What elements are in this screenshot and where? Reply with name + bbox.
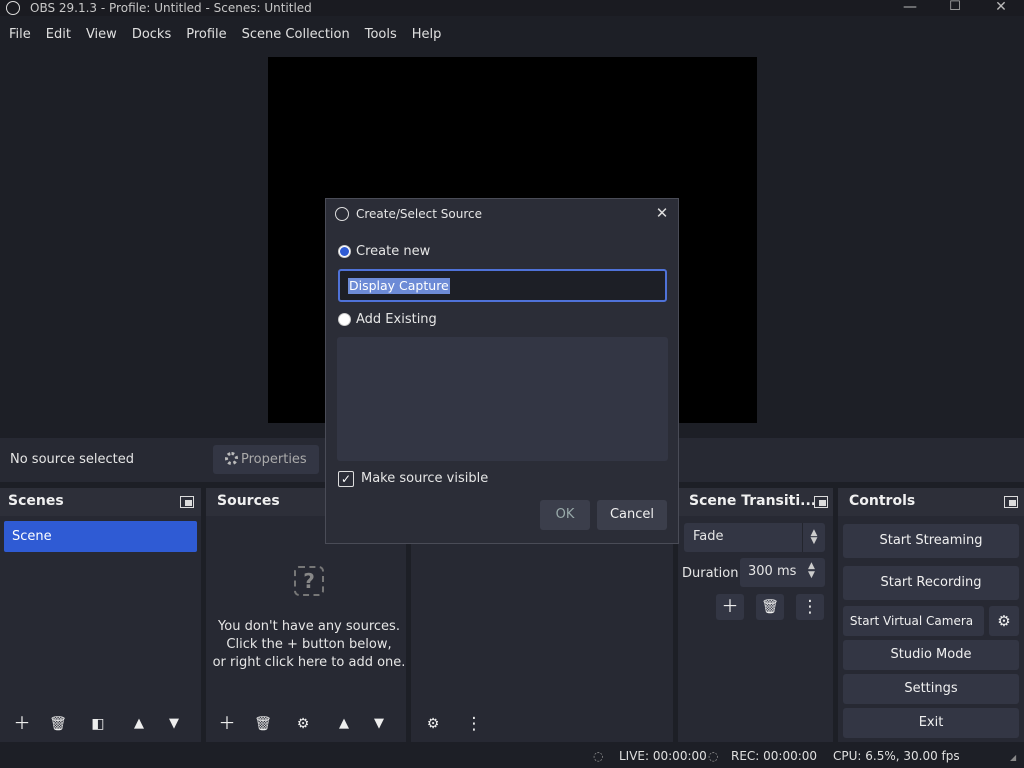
dialog-title: Create/Select Source <box>356 207 482 221</box>
controls-title: Controls <box>849 493 916 509</box>
remove-scene-button[interactable]: 🗑 <box>44 711 72 737</box>
sources-title: Sources <box>217 493 280 509</box>
add-existing-label[interactable]: Add Existing <box>356 312 437 327</box>
transition-properties-button[interactable]: ⋮ <box>796 594 824 620</box>
menu-tools[interactable]: Tools <box>359 24 403 46</box>
dialog-title-bar: Create/Select Source ✕ <box>326 199 678 229</box>
stream-signal-icon: ◌ <box>593 749 604 763</box>
maximize-button[interactable]: ☐ <box>933 0 977 16</box>
cpu-fps-readout: CPU: 6.5%, 30.00 fps <box>833 749 960 763</box>
move-scene-down-button[interactable]: ▼ <box>160 711 188 737</box>
make-visible-checkbox[interactable]: ✓ <box>338 471 354 487</box>
menu-help[interactable]: Help <box>406 24 448 46</box>
move-source-down-button[interactable]: ▼ <box>365 711 393 737</box>
resize-grip-icon[interactable]: ◢ <box>1010 753 1016 762</box>
sources-empty-message: You don't have any sources. Click the + … <box>212 619 406 670</box>
gear-icon <box>225 452 238 465</box>
live-timer: LIVE: 00:00:00 <box>619 749 707 763</box>
studio-mode-button[interactable]: Studio Mode <box>843 640 1019 670</box>
menu-scene-collection[interactable]: Scene Collection <box>236 24 356 46</box>
status-bar: ◌ LIVE: 00:00:00 ◌ REC: 00:00:00 CPU: 6.… <box>0 744 1024 768</box>
remove-transition-button[interactable]: 🗑 <box>756 594 784 620</box>
menu-profile[interactable]: Profile <box>180 24 232 46</box>
remove-source-button[interactable]: 🗑 <box>249 711 277 737</box>
title-bar: OBS 29.1.3 - Profile: Untitled - Scenes:… <box>0 0 1024 16</box>
menu-docks[interactable]: Docks <box>126 24 177 46</box>
source-properties-button[interactable]: ⚙ <box>289 711 317 737</box>
properties-button[interactable]: Properties <box>213 445 319 474</box>
obs-logo-icon <box>335 207 349 221</box>
spin-arrows-icon: ▲ ▼ <box>808 561 815 580</box>
record-icon: ◌ <box>708 749 719 763</box>
undock-icon[interactable] <box>814 496 828 508</box>
create-new-radio[interactable] <box>338 245 351 258</box>
no-source-label: No source selected <box>10 452 134 467</box>
transitions-title: Scene Transiti... <box>689 493 817 509</box>
duration-label: Duration <box>682 566 739 581</box>
close-button[interactable]: ✕ <box>979 0 1023 16</box>
undock-icon[interactable] <box>1004 496 1018 508</box>
scene-list-item[interactable]: Scene <box>4 521 197 552</box>
audio-mixer-menu-button[interactable]: ⋮ <box>460 711 488 737</box>
create-new-label[interactable]: Create new <box>356 244 430 259</box>
add-source-button[interactable]: ＋ <box>213 711 241 737</box>
scenes-dock: Scenes Scene ＋ 🗑 ◧ ▲ ▼ <box>0 488 201 742</box>
undock-icon[interactable] <box>180 496 194 508</box>
start-virtual-camera-button[interactable]: Start Virtual Camera <box>843 606 984 636</box>
chevron-updown-icon: ▲ ▼ <box>802 523 825 552</box>
sources-toolbar: ＋ 🗑 ⚙ ▲ ▼ <box>206 706 406 742</box>
add-existing-radio[interactable] <box>338 313 351 326</box>
duration-spinbox[interactable]: 300 ms ▲ ▼ <box>740 558 825 587</box>
scenes-title: Scenes <box>8 493 64 509</box>
window-title: OBS 29.1.3 - Profile: Untitled - Scenes:… <box>30 1 312 15</box>
transition-select[interactable]: Fade ▲ ▼ <box>684 523 825 552</box>
virtual-camera-settings-gear-icon[interactable]: ⚙ <box>989 606 1019 636</box>
make-visible-label[interactable]: Make source visible <box>361 471 488 486</box>
exit-button[interactable]: Exit <box>843 708 1019 738</box>
obs-logo-icon <box>6 1 20 15</box>
move-source-up-button[interactable]: ▲ <box>330 711 358 737</box>
menu-file[interactable]: File <box>3 24 37 46</box>
create-select-source-dialog: Create/Select Source ✕ Create new Displa… <box>325 198 679 544</box>
controls-dock: Controls Start Streaming Start Recording… <box>838 488 1024 742</box>
scene-transitions-dock: Scene Transiti... Fade ▲ ▼ Duration 300 m… <box>678 488 833 742</box>
ok-button[interactable]: OK <box>540 500 590 530</box>
rec-timer: REC: 00:00:00 <box>731 749 818 763</box>
scenes-toolbar: ＋ 🗑 ◧ ▲ ▼ <box>0 706 201 742</box>
transitions-dock-header: Scene Transiti... <box>678 488 833 516</box>
add-transition-button[interactable]: ＋ <box>716 594 744 620</box>
scene-filters-button[interactable]: ◧ <box>84 711 112 737</box>
scenes-dock-header: Scenes <box>0 488 201 516</box>
controls-dock-header: Controls <box>838 488 1024 516</box>
advanced-audio-properties-button[interactable]: ⚙ <box>419 711 447 737</box>
start-recording-button[interactable]: Start Recording <box>843 566 1019 600</box>
settings-button[interactable]: Settings <box>843 674 1019 704</box>
question-mark-icon: ? <box>294 566 324 596</box>
menu-view[interactable]: View <box>80 24 123 46</box>
move-scene-up-button[interactable]: ▲ <box>125 711 153 737</box>
source-name-input[interactable]: Display Capture <box>338 269 667 302</box>
dialog-close-icon[interactable]: ✕ <box>654 204 670 222</box>
minimize-button[interactable]: — <box>888 0 932 16</box>
start-streaming-button[interactable]: Start Streaming <box>843 524 1019 558</box>
source-name-value: Display Capture <box>348 278 450 294</box>
add-scene-button[interactable]: ＋ <box>8 711 36 737</box>
audio-mixer-toolbar: ⚙ ⋮ <box>411 706 673 742</box>
menu-bar: File Edit View Docks Profile Scene Collection… <box>0 24 450 46</box>
cancel-button[interactable]: Cancel <box>597 500 667 530</box>
menu-edit[interactable]: Edit <box>40 24 77 46</box>
existing-sources-list[interactable] <box>337 337 668 461</box>
